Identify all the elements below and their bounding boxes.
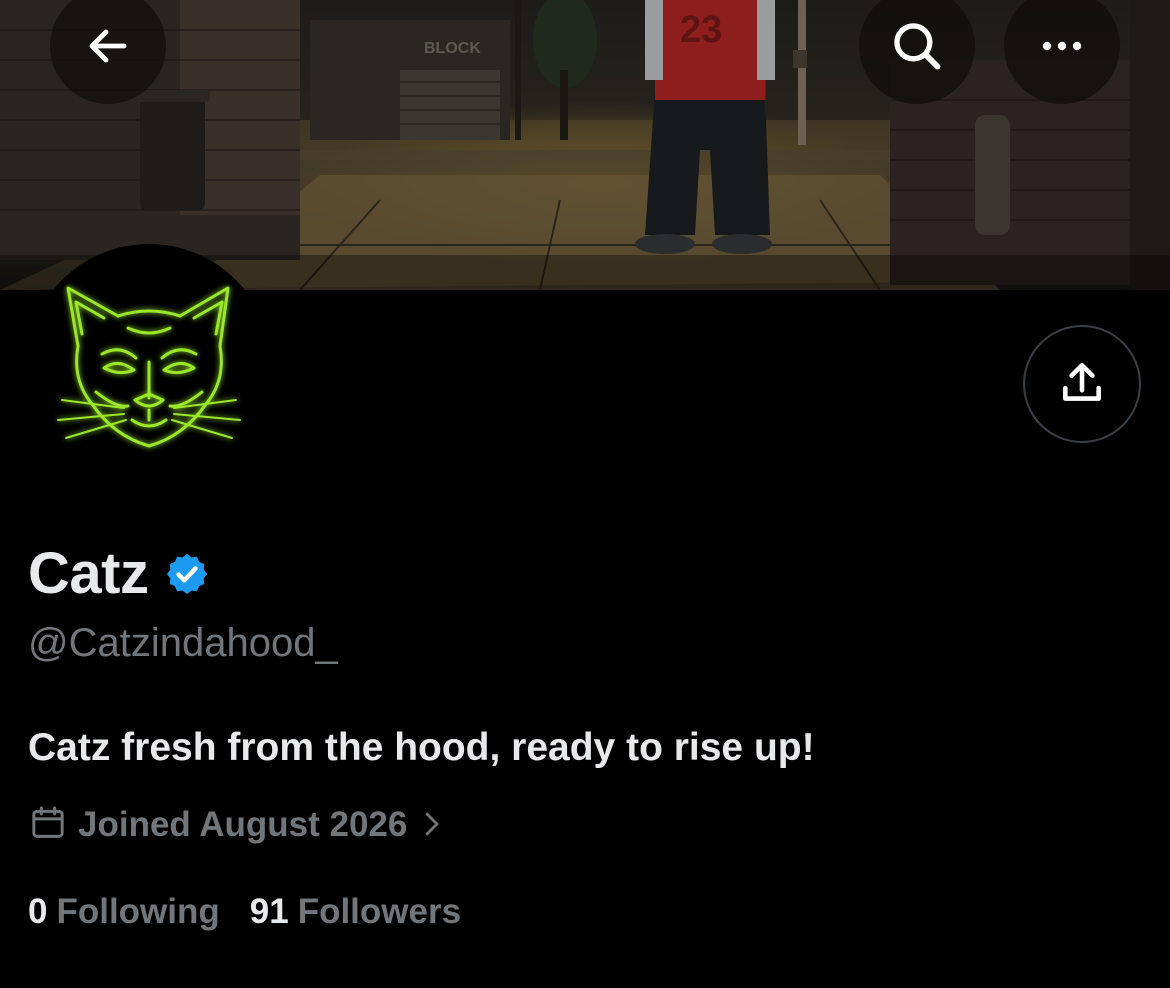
following-count: 0 — [28, 892, 48, 931]
chevron-right-icon — [421, 809, 443, 844]
following-link[interactable]: 0 Following — [28, 887, 220, 937]
search-icon — [894, 23, 941, 70]
follow-stats: 0 Following 91 Followers — [28, 887, 491, 937]
verified-badge-icon[interactable] — [164, 551, 210, 602]
joined-date: Joined August 2026 — [78, 805, 408, 844]
following-label: Following — [56, 892, 220, 931]
more-horizontal-icon — [1042, 41, 1082, 51]
profile-handle: @Catzindahood_ — [28, 621, 338, 665]
avatar[interactable] — [26, 244, 272, 490]
arrow-left-icon — [89, 29, 127, 63]
profile-name-row: Catz — [28, 542, 210, 606]
banner-sign: BLOCK — [424, 40, 481, 57]
profile-bio: Catz fresh from the hood, ready to rise … — [28, 726, 815, 769]
banner-jersey-number: 23 — [680, 9, 722, 51]
share-upload-icon — [1063, 362, 1101, 401]
followers-count: 91 — [249, 892, 289, 931]
calendar-icon — [28, 803, 68, 848]
joined-date-row[interactable]: Joined August 2026 — [28, 801, 443, 849]
followers-label: Followers — [297, 892, 462, 931]
display-name: Catz — [28, 541, 149, 606]
share-button[interactable] — [1023, 325, 1141, 443]
followers-link[interactable]: 91 Followers — [250, 887, 461, 937]
neon-panther-logo — [57, 286, 241, 448]
